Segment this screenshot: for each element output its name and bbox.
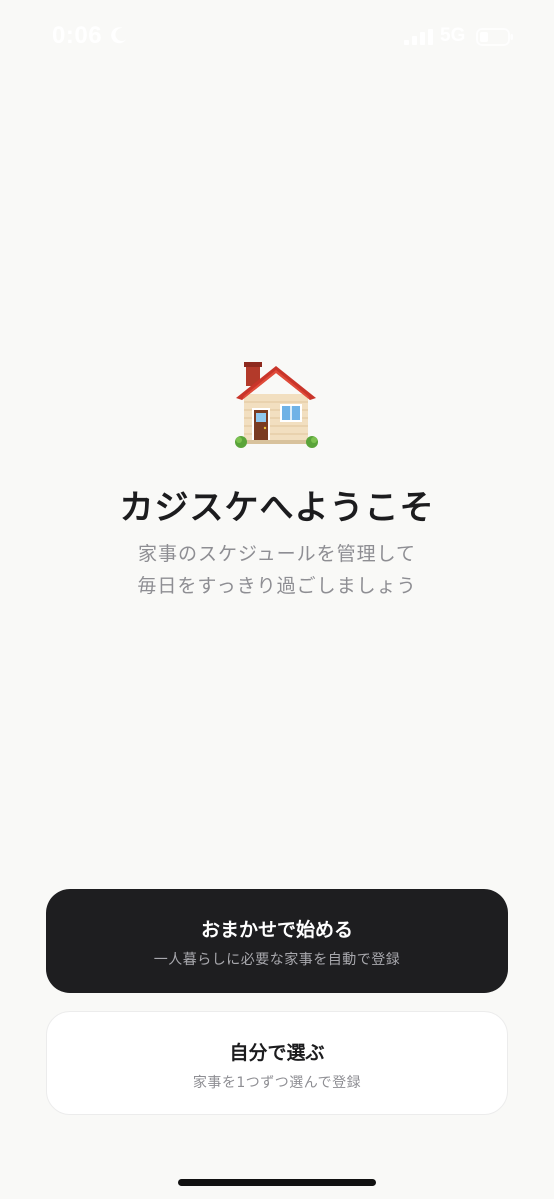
manual-select-title: 自分で選ぶ [229, 1042, 325, 1064]
battery-icon [476, 28, 513, 46]
auto-start-subtitle: 一人暮らしに必要な家事を自動で登録 [153, 952, 401, 968]
signal-icon [404, 29, 433, 45]
description-line-1: 家事のスケジュールを管理して [137, 543, 417, 565]
welcome-title: カジスケへようこそ [119, 488, 435, 528]
auto-start-button[interactable]: おまかせで始める 一人暮らしに必要な家事を自動で登録 [46, 889, 508, 993]
status-time: 0:06 [52, 22, 103, 49]
welcome-description: 家事のスケジュールを管理して 毎日をすっきり過ごしましょう [0, 538, 554, 602]
description-line-2: 毎日をすっきり過ごしましょう [137, 575, 417, 597]
network-label: 5G [440, 25, 466, 46]
moon-icon [111, 27, 126, 44]
auto-start-title: おまかせで始める [200, 919, 353, 941]
status-bar: 0:06 5G [0, 0, 554, 76]
manual-select-button[interactable]: 自分で選ぶ 家事を1つずつ選んで登録 [46, 1011, 508, 1115]
welcome-screen: 0:06 5G カジスケへようこそ 家事のスケジュールを管理して 毎日をすっきり… [0, 0, 554, 1199]
house-icon [235, 362, 318, 448]
home-indicator[interactable] [178, 1179, 376, 1186]
manual-select-subtitle: 家事を1つずつ選んで登録 [192, 1075, 362, 1091]
